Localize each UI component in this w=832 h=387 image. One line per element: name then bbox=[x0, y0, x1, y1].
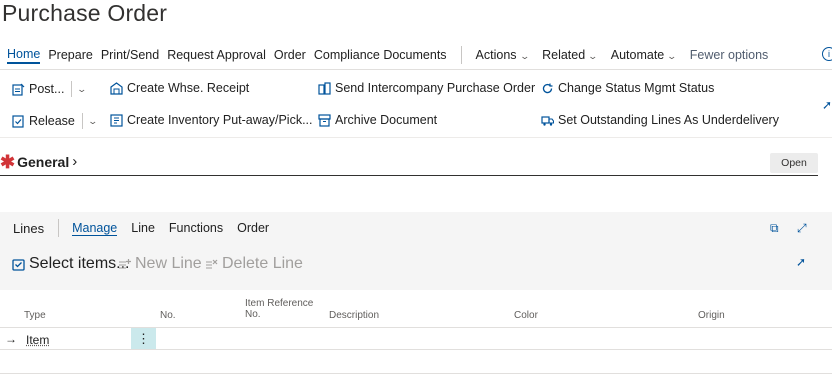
release-label: Release bbox=[29, 114, 75, 128]
required-asterisk-icon: ✱ bbox=[0, 151, 16, 172]
column-header-item-reference-line1: Item Reference bbox=[245, 298, 314, 309]
set-outstanding-label: Set Outstanding Lines As Underdelivery bbox=[558, 113, 779, 127]
warehouse-receipt-icon bbox=[110, 81, 123, 95]
release-icon bbox=[12, 114, 25, 128]
column-header-origin[interactable]: Origin bbox=[698, 310, 725, 321]
share-icon[interactable]: ⧉ bbox=[770, 221, 779, 236]
tab-actions-label: Actions bbox=[475, 48, 517, 62]
create-inventory-putaway-label: Create Inventory Put-away/Pick... bbox=[127, 113, 313, 127]
grid-line bbox=[0, 349, 832, 350]
tab-request-approval[interactable]: Request Approval bbox=[167, 48, 266, 62]
column-header-type[interactable]: Type bbox=[24, 310, 46, 321]
grid-line bbox=[0, 327, 832, 328]
post-button[interactable]: Post... ⌄ bbox=[12, 81, 88, 97]
tab-related[interactable]: Related ⌄ bbox=[542, 48, 599, 62]
general-section-header[interactable]: ✱ General › bbox=[0, 151, 78, 172]
separator bbox=[81, 113, 83, 129]
select-items-label: Select items... bbox=[29, 255, 130, 272]
row-menu-icon[interactable]: ⋮ bbox=[131, 328, 156, 349]
tab-automate[interactable]: Automate ⌄ bbox=[610, 48, 678, 62]
action-bar: Home Prepare Print/Send Request Approval… bbox=[0, 44, 832, 66]
tab-related-label: Related bbox=[542, 48, 586, 62]
delete-line-label: Delete Line bbox=[222, 255, 303, 272]
send-intercompany-label: Send Intercompany Purchase Order bbox=[335, 81, 536, 95]
intercompany-icon bbox=[318, 81, 331, 95]
create-whse-receipt-button[interactable]: Create Whse. Receipt bbox=[110, 81, 249, 95]
tab-manage[interactable]: Manage bbox=[72, 221, 118, 236]
inventory-putaway-icon bbox=[110, 113, 123, 127]
create-inventory-putaway-button[interactable]: Create Inventory Put-away/Pick... bbox=[110, 113, 313, 127]
separator bbox=[71, 81, 73, 97]
column-header-item-reference-line2: No. bbox=[245, 309, 261, 320]
separator bbox=[58, 219, 60, 237]
post-label: Post... bbox=[29, 82, 65, 96]
chevron-down-icon: ⌄ bbox=[587, 51, 599, 61]
new-line-icon bbox=[118, 258, 131, 271]
chevron-down-icon: ⌄ bbox=[666, 51, 678, 61]
page-title: Purchase Order bbox=[2, 0, 168, 26]
archive-document-button[interactable]: Archive Document bbox=[318, 113, 437, 127]
divider bbox=[0, 137, 832, 138]
tab-prepare[interactable]: Prepare bbox=[48, 48, 92, 62]
grid-line bbox=[0, 373, 832, 374]
row-current-arrow-icon: → bbox=[5, 332, 17, 346]
chevron-right-icon: › bbox=[72, 153, 78, 170]
tab-order[interactable]: Order bbox=[274, 48, 306, 62]
change-status-label: Change Status Mgmt Status bbox=[558, 81, 715, 95]
general-title: General bbox=[17, 153, 70, 170]
chevron-down-icon[interactable]: ⌄ bbox=[87, 116, 98, 127]
change-status-button[interactable]: Change Status Mgmt Status bbox=[541, 81, 714, 95]
tab-automate-label: Automate bbox=[610, 48, 665, 62]
post-icon bbox=[12, 83, 25, 96]
chevron-down-icon: ⌄ bbox=[519, 51, 530, 61]
lines-title: Lines bbox=[13, 220, 45, 236]
open-button[interactable]: Open bbox=[770, 153, 818, 173]
archive-icon bbox=[318, 113, 331, 127]
release-button[interactable]: Release ⌄ bbox=[12, 113, 98, 129]
tab-lines-order[interactable]: Order bbox=[237, 221, 269, 235]
info-icon[interactable]: i bbox=[822, 47, 832, 61]
column-header-color[interactable]: Color bbox=[514, 310, 538, 321]
tab-functions[interactable]: Functions bbox=[169, 221, 223, 235]
delete-line-icon bbox=[205, 258, 218, 271]
divider bbox=[0, 69, 832, 70]
column-header-description[interactable]: Description bbox=[329, 310, 379, 321]
action-bar-separator bbox=[460, 46, 462, 64]
new-line-label: New Line bbox=[135, 255, 202, 272]
set-outstanding-button[interactable]: Set Outstanding Lines As Underdelivery bbox=[541, 113, 779, 127]
tab-line[interactable]: Line bbox=[131, 221, 155, 235]
general-divider bbox=[0, 175, 818, 176]
refresh-status-icon bbox=[541, 82, 554, 95]
archive-document-label: Archive Document bbox=[335, 113, 438, 127]
column-header-item-reference[interactable]: Item Reference No. bbox=[245, 298, 313, 320]
delete-line-button[interactable]: Delete Line bbox=[205, 255, 303, 273]
delivery-truck-icon bbox=[541, 114, 554, 127]
select-items-button[interactable]: Select items... bbox=[12, 255, 129, 273]
tab-print-send[interactable]: Print/Send bbox=[101, 48, 159, 62]
select-items-icon bbox=[12, 258, 25, 271]
lines-action-bar: Lines Manage Line Functions Order bbox=[0, 212, 832, 244]
pin-icon[interactable]: ➚ bbox=[822, 98, 832, 112]
column-header-no[interactable]: No. bbox=[160, 310, 176, 321]
expand-icon[interactable]: ⤢ bbox=[797, 221, 807, 236]
filter-pin-icon[interactable]: ➚ bbox=[796, 255, 806, 269]
row-type-cell[interactable]: Item bbox=[26, 333, 49, 347]
new-line-button[interactable]: New Line bbox=[118, 255, 202, 273]
tab-home[interactable]: Home bbox=[7, 47, 41, 64]
tab-compliance-documents[interactable]: Compliance Documents bbox=[314, 48, 447, 62]
tab-actions[interactable]: Actions ⌄ bbox=[475, 48, 530, 62]
chevron-down-icon[interactable]: ⌄ bbox=[77, 84, 88, 95]
send-intercompany-button[interactable]: Send Intercompany Purchase Order bbox=[318, 81, 535, 95]
fewer-options-button[interactable]: Fewer options bbox=[690, 48, 769, 62]
create-whse-receipt-label: Create Whse. Receipt bbox=[127, 81, 250, 95]
